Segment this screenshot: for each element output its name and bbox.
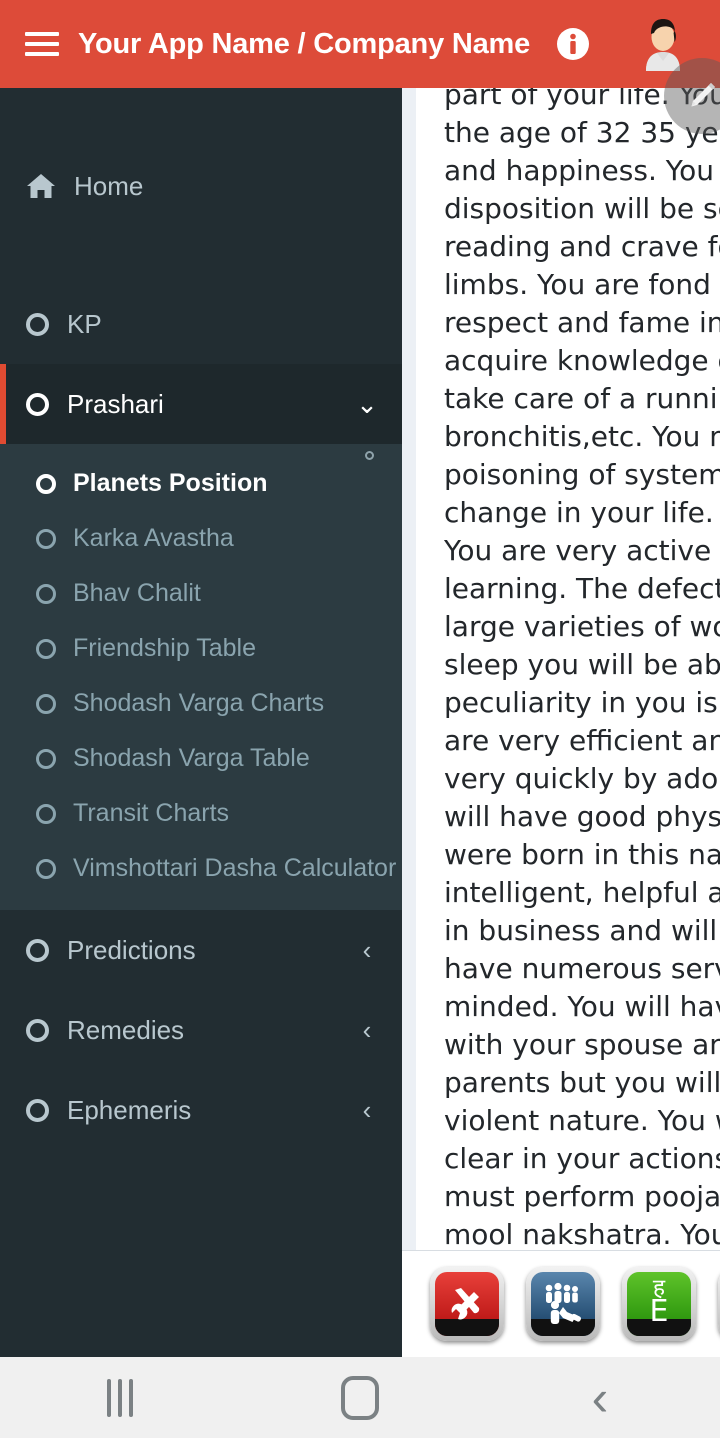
lang-glyph-stack: ह E bbox=[650, 1277, 669, 1327]
nav-back-button[interactable]: ‹ bbox=[480, 1357, 720, 1438]
sidebar-subitem-label: Shodash Varga Table bbox=[73, 744, 310, 772]
sidebar-submenu-prashari: Planets Position Karka Avastha Bhav Chal… bbox=[0, 444, 402, 910]
user-avatar-svg bbox=[646, 19, 681, 71]
sidebar-item-label: Remedies bbox=[67, 1014, 185, 1045]
recents-bar bbox=[107, 1378, 111, 1417]
sidebar-subitem-label: Karka Avastha bbox=[73, 524, 234, 552]
sidebar-item-label: Predictions bbox=[67, 934, 196, 965]
sidebar-item-label: KP bbox=[67, 308, 102, 339]
sidebar-item-label: Ephemeris bbox=[67, 1094, 192, 1125]
circle-icon bbox=[26, 392, 49, 416]
circle-icon bbox=[26, 312, 49, 336]
sidebar-item-label: Prashari bbox=[67, 388, 164, 419]
language-toggle-app-icon[interactable]: ह E bbox=[622, 1267, 696, 1341]
chevron-left-icon: ‹ bbox=[362, 1095, 372, 1125]
sidebar-subitem-label: Bhav Chalit bbox=[73, 579, 201, 607]
nav-recents-button[interactable] bbox=[0, 1357, 240, 1438]
sidebar-item-remedies[interactable]: Remedies ‹ bbox=[0, 990, 402, 1070]
circle-icon bbox=[36, 693, 56, 714]
recents-bar bbox=[118, 1378, 122, 1417]
info-icon[interactable] bbox=[556, 27, 590, 61]
sidebar-subitem-shodash-varga-charts[interactable]: Shodash Varga Charts bbox=[0, 676, 402, 731]
home-icon bbox=[27, 174, 55, 198]
app-header: Your App Name / Company Name bbox=[0, 0, 720, 88]
hamburger-bar bbox=[25, 32, 59, 36]
back-chevron-icon: ‹ bbox=[591, 1369, 609, 1426]
prediction-card: part of your life. You e the age of 32 3… bbox=[416, 88, 720, 1268]
people-hand-icon bbox=[531, 1272, 595, 1336]
circle-icon bbox=[36, 858, 56, 879]
language-app-icon-face: ह E bbox=[627, 1272, 691, 1336]
sidebar-subitem-bhav-chalit[interactable]: Bhav Chalit bbox=[0, 566, 402, 621]
sidebar-subitem-karka-avastha[interactable]: Karka Avastha bbox=[0, 511, 402, 566]
circle-icon bbox=[36, 528, 56, 549]
circle-icon bbox=[26, 1018, 49, 1042]
sidebar-subitem-vimshottari-dasha-calculator[interactable]: Vimshottari Dasha Calculator bbox=[0, 841, 402, 896]
nav-home-button[interactable] bbox=[240, 1357, 480, 1438]
tools-app-icon-face bbox=[435, 1272, 499, 1336]
app-root: Your App Name / Company Name Home KP Pra… bbox=[0, 0, 720, 1438]
people-select-app-icon[interactable] bbox=[526, 1267, 600, 1341]
people-app-icon-face bbox=[531, 1272, 595, 1336]
chevron-down-icon: ⌄ bbox=[356, 389, 378, 419]
hamburger-bar bbox=[25, 52, 59, 56]
app-title: Your App Name / Company Name bbox=[78, 27, 531, 60]
sidebar-subitem-friendship-table[interactable]: Friendship Table bbox=[0, 621, 402, 676]
sidebar-item-prashari[interactable]: Prashari ⌄ bbox=[0, 364, 402, 444]
android-navigation-bar: ‹ bbox=[0, 1357, 720, 1438]
circle-icon bbox=[36, 638, 56, 659]
sidebar-subitem-planets-position[interactable]: Planets Position bbox=[0, 456, 402, 511]
people-hand-svg bbox=[545, 1282, 581, 1324]
info-icon-svg bbox=[557, 28, 590, 60]
tools-app-icon[interactable] bbox=[430, 1267, 504, 1341]
sidebar-item-label: Home bbox=[74, 170, 144, 201]
sidebar-subitem-label: Shodash Varga Charts bbox=[73, 689, 325, 717]
recent-apps-icon bbox=[107, 1378, 133, 1417]
circle-icon bbox=[26, 938, 49, 962]
recents-bar bbox=[129, 1378, 133, 1417]
chevron-left-icon: ‹ bbox=[362, 935, 372, 965]
sidebar-item-home[interactable]: Home bbox=[0, 146, 402, 226]
prediction-body-text: part of your life. You e the age of 32 3… bbox=[444, 88, 720, 1251]
sidebar-navigation: Home KP Prashari ⌄ Planets Position Kark… bbox=[0, 88, 402, 1357]
circle-icon bbox=[36, 748, 56, 769]
main-content-area: part of your life. You e the age of 32 3… bbox=[402, 88, 720, 1357]
circle-icon bbox=[36, 583, 56, 604]
circle-icon bbox=[26, 1098, 49, 1122]
circle-icon bbox=[36, 473, 56, 494]
edit-pencil-icon bbox=[691, 83, 715, 107]
wrench-screwdriver-svg bbox=[451, 1288, 480, 1320]
sidebar-subitem-label: Transit Charts bbox=[73, 799, 230, 827]
submenu-marker-icon bbox=[365, 451, 374, 460]
hamburger-menu-icon[interactable] bbox=[22, 24, 62, 64]
user-avatar-icon[interactable] bbox=[640, 18, 686, 71]
sidebar-subitem-label: Vimshottari Dasha Calculator bbox=[73, 854, 397, 882]
sidebar-subitem-shodash-varga-table[interactable]: Shodash Varga Table bbox=[0, 731, 402, 786]
circle-icon bbox=[36, 803, 56, 824]
hamburger-bar bbox=[25, 42, 59, 46]
english-letter: E bbox=[649, 1294, 669, 1329]
sidebar-subitem-transit-charts[interactable]: Transit Charts bbox=[0, 786, 402, 841]
sidebar-item-kp[interactable]: KP bbox=[0, 284, 402, 364]
sidebar-item-predictions[interactable]: Predictions ‹ bbox=[0, 910, 402, 990]
sidebar-item-ephemeris[interactable]: Ephemeris ‹ bbox=[0, 1070, 402, 1150]
home-circle-icon bbox=[341, 1375, 379, 1420]
app-shortcut-toolbar: ह E bbox=[402, 1250, 720, 1357]
wrench-screwdriver-icon bbox=[435, 1272, 499, 1336]
sidebar-subitem-label: Planets Position bbox=[73, 469, 268, 497]
chevron-left-icon: ‹ bbox=[362, 1015, 372, 1045]
hindi-english-icon: ह E bbox=[627, 1272, 691, 1336]
sidebar-subitem-label: Friendship Table bbox=[73, 634, 256, 662]
